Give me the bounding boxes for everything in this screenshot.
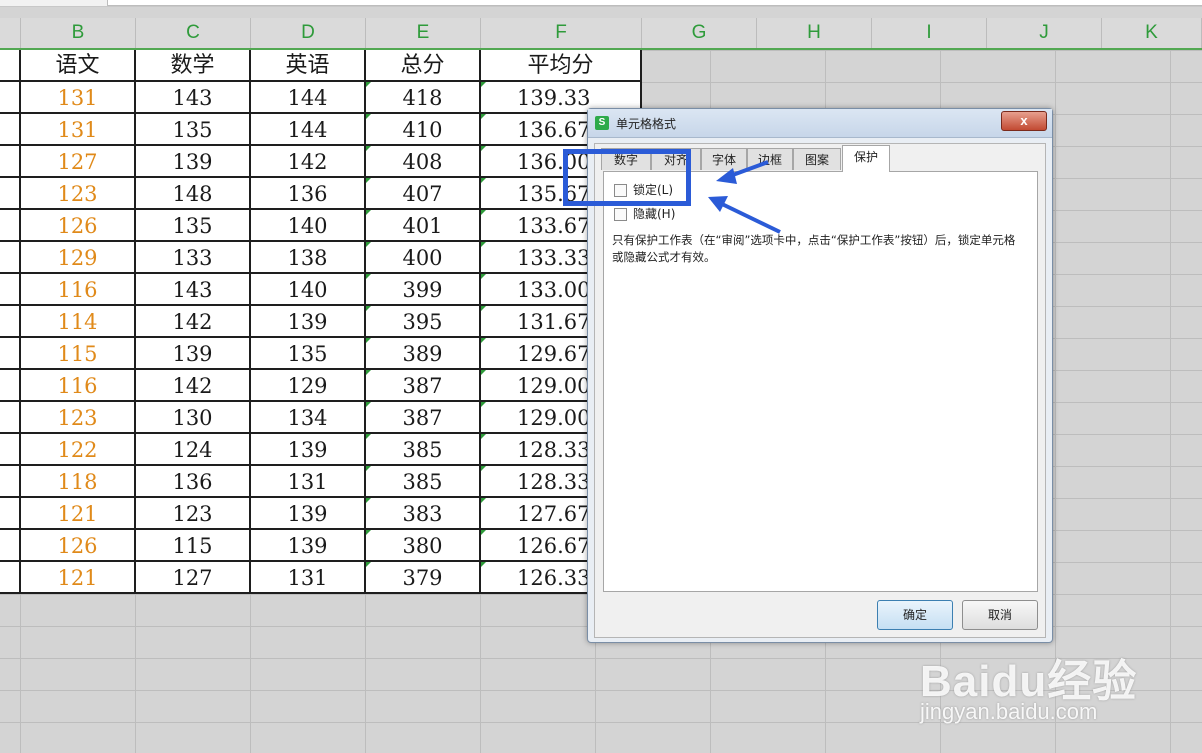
baidu-jingyan-watermark: Baidu经验 jingyan.baidu.com bbox=[920, 645, 1150, 735]
annotation-arrow-bottom bbox=[708, 196, 781, 234]
annotation-arrow-top bbox=[716, 160, 769, 184]
watermark-url: jingyan.baidu.com bbox=[920, 699, 1098, 724]
annotation-arrows bbox=[708, 160, 781, 234]
tab-protection[interactable]: 保护 bbox=[842, 145, 890, 172]
